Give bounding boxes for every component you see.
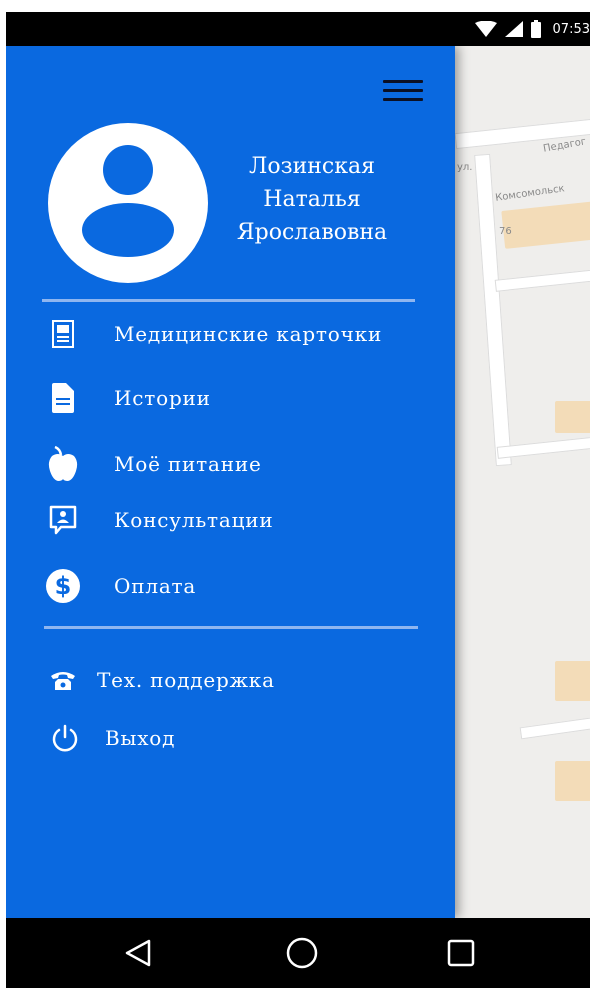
dollar-icon: $	[46, 569, 80, 603]
menu-item-payment[interactable]: $ Оплата	[6, 564, 455, 608]
menu-item-label: Выход	[105, 726, 176, 750]
back-button[interactable]	[108, 918, 168, 988]
divider	[44, 626, 418, 629]
user-patronymic: Ярославовна	[236, 220, 388, 245]
status-time: 07:53	[552, 21, 590, 37]
menu-item-nutrition[interactable]: Моё питание	[6, 442, 455, 486]
menu-item-consultations[interactable]: Консультации	[6, 498, 455, 542]
system-navigation-bar	[6, 918, 590, 988]
battery-icon	[530, 20, 541, 38]
recents-icon	[447, 939, 475, 967]
document-icon	[52, 383, 74, 413]
home-icon	[286, 937, 318, 969]
power-icon	[52, 724, 78, 752]
map-street-label: Комсомольск	[494, 183, 566, 204]
cell-signal-icon	[504, 21, 523, 37]
consultation-chat-icon	[49, 505, 77, 535]
menu-item-support[interactable]: Тех. поддержка	[6, 658, 455, 702]
map-road	[519, 714, 590, 740]
medical-card-icon	[52, 320, 74, 348]
menu-item-logout[interactable]: Выход	[6, 716, 455, 760]
menu-item-label: Консультации	[114, 508, 274, 532]
user-full-name: Лозинская Наталья Ярославовна	[222, 150, 402, 249]
screen: 07:53 Педагог ул. Комсомольск 76 Лозинск…	[6, 12, 590, 988]
hamburger-icon-bar	[383, 89, 423, 92]
menu-item-label: Моё питание	[114, 452, 262, 476]
menu-item-label: Истории	[114, 386, 211, 410]
map-building	[501, 201, 590, 249]
divider	[42, 299, 415, 302]
map-house-number: 76	[499, 226, 512, 237]
menu-item-label: Медицинские карточки	[114, 322, 383, 346]
menu-item-histories[interactable]: Истории	[6, 376, 455, 420]
hamburger-icon-bar	[383, 80, 423, 83]
map-road	[494, 268, 590, 292]
wifi-icon	[474, 21, 497, 37]
menu-toggle-button[interactable]	[383, 80, 423, 102]
avatar[interactable]	[48, 123, 208, 283]
back-icon	[125, 939, 151, 967]
menu-item-label: Тех. поддержка	[97, 668, 275, 692]
user-icon	[82, 145, 174, 257]
user-first-name: Наталья	[263, 187, 361, 212]
status-bar: 07:53	[6, 12, 590, 46]
map-road	[496, 435, 590, 459]
home-button[interactable]	[272, 918, 332, 988]
recents-button[interactable]	[431, 918, 491, 988]
map-view[interactable]: Педагог ул. Комсомольск 76	[455, 46, 590, 918]
hamburger-icon-bar	[383, 98, 423, 101]
map-street-label: ул.	[457, 162, 473, 173]
menu-item-label: Оплата	[114, 574, 197, 598]
navigation-drawer: Лозинская Наталья Ярославовна Медицински…	[6, 46, 455, 918]
map-building	[555, 401, 590, 433]
user-last-name: Лозинская	[249, 154, 375, 179]
map-building	[555, 661, 590, 701]
apple-icon	[48, 446, 78, 481]
map-building	[555, 761, 590, 801]
svg-text:$: $	[55, 572, 72, 600]
menu-item-medical-cards[interactable]: Медицинские карточки	[6, 312, 455, 356]
phone-icon	[51, 672, 75, 690]
